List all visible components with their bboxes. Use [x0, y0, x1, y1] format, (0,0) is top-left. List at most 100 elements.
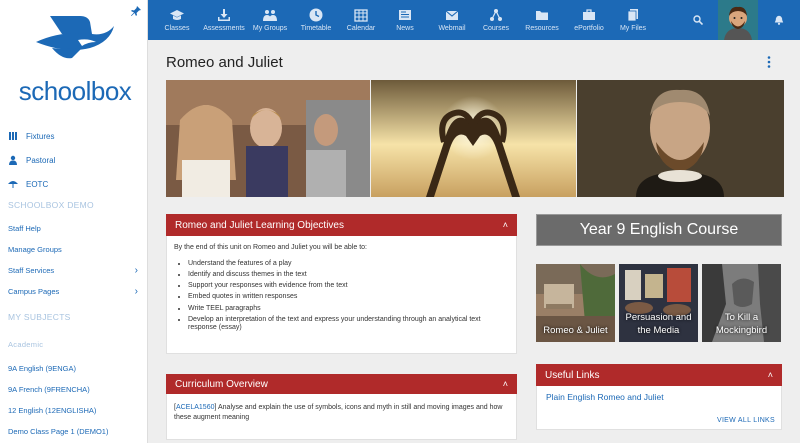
group-icon — [263, 10, 277, 21]
folder-icon — [536, 11, 548, 20]
sidebar: schoolbox Fixtures Pastoral EOTC SCHOOLB… — [0, 0, 148, 443]
avatar-image — [718, 0, 758, 40]
user-avatar[interactable] — [718, 0, 758, 40]
useful-links-panel-title: Useful Links — [545, 369, 600, 381]
top-nav-bar: Classes Assessments My Groups Timetable … — [148, 0, 800, 40]
nav-label: News — [396, 25, 414, 32]
sidebar-item-staff-help[interactable]: Staff Help — [8, 218, 140, 239]
subjects-nav: 9A English (9ENGA) 9A French (9FRENCHA) … — [8, 358, 140, 442]
chevron-up-icon[interactable]: ˄ — [503, 379, 508, 389]
objectives-panel-title: Romeo and Juliet Learning Objectives — [175, 219, 344, 231]
sidebar-item-label: Campus Pages — [8, 287, 60, 296]
nav-label: Courses — [482, 25, 510, 32]
sidebar-item-campus-pages[interactable]: Campus Pages › — [8, 281, 140, 302]
quick-links: Fixtures Pastoral EOTC — [8, 124, 140, 196]
sidebar-item-label: Staff Help — [8, 224, 41, 233]
calendar-icon — [354, 9, 368, 22]
bell-icon[interactable] — [774, 15, 784, 25]
search-icon[interactable] — [693, 15, 703, 25]
sidebar-item-subject[interactable]: 9A French (9FRENCHA) — [8, 379, 140, 400]
fixtures-icon — [9, 132, 17, 140]
sidebar-item-fixtures[interactable]: Fixtures — [8, 124, 140, 148]
sidebar-item-label: Fixtures — [26, 131, 55, 141]
sidebar-item-label: EOTC — [26, 179, 49, 189]
sidebar-item-staff-services[interactable]: Staff Services › — [8, 260, 140, 281]
sidebar-item-subject[interactable]: 12 English (12ENGLISHA) — [8, 400, 140, 421]
objectives-list: Understand the features of a play Identi… — [188, 260, 509, 333]
sidebar-item-label: 9A French (9FRENCHA) — [8, 385, 90, 394]
demo-nav: Staff Help Manage Groups Staff Services ›… — [8, 218, 140, 302]
more-options-icon[interactable] — [766, 55, 772, 69]
course-tile-romeo-juliet[interactable]: Romeo & Juliet — [536, 264, 615, 342]
sidebar-item-subject[interactable]: Demo Class Page 1 (DEMO1) — [8, 421, 140, 442]
tile-label: Romeo & Juliet — [543, 324, 608, 336]
curriculum-code-link[interactable]: ACELA1560 — [176, 404, 215, 411]
list-item: Write TEEL paragraphs — [188, 305, 509, 314]
nav-news[interactable]: News — [390, 0, 420, 40]
nav-my-files[interactable]: My Files — [618, 0, 648, 40]
nav-assessments[interactable]: Assessments — [201, 0, 247, 40]
mortarboard-icon — [170, 10, 184, 20]
tile-label: To Kill a Mockingbird — [715, 312, 768, 336]
nav-label: My Files — [619, 25, 647, 32]
sidebar-item-label: Pastoral — [26, 155, 56, 165]
sidebar-item-manage-groups[interactable]: Manage Groups — [8, 239, 140, 260]
nav-webmail[interactable]: Webmail — [432, 0, 472, 40]
chevron-right-icon[interactable]: › — [135, 286, 138, 297]
course-banner[interactable]: Year 9 English Course — [536, 214, 782, 246]
objectives-panel-header[interactable]: Romeo and Juliet Learning Objectives ˄ — [166, 214, 517, 236]
section-heading-my-subjects: MY SUBJECTS — [8, 312, 71, 322]
sidebar-item-subject[interactable]: 9A English (9ENGA) — [8, 358, 140, 379]
sidebar-item-pastoral[interactable]: Pastoral — [8, 148, 140, 172]
nav-calendar[interactable]: Calendar — [342, 0, 380, 40]
chevron-right-icon[interactable]: › — [135, 265, 138, 276]
chevron-up-icon[interactable]: ˄ — [503, 220, 508, 230]
objectives-panel-body: By the end of this unit on Romeo and Jul… — [166, 236, 517, 354]
nav-resources[interactable]: Resources — [523, 0, 561, 40]
nav-label: ePortfolio — [574, 25, 604, 32]
envelope-icon — [445, 10, 459, 20]
curriculum-text: Analyse and explain the use of symbols, … — [174, 404, 503, 421]
view-all-links-link[interactable]: VIEW ALL LINKS — [717, 417, 775, 424]
umbrella-icon — [8, 181, 18, 188]
list-item: Support your responses with evidence fro… — [188, 282, 509, 291]
nav-my-groups[interactable]: My Groups — [249, 0, 291, 40]
course-tile-persuasion-media[interactable]: Persuasion and the Media — [619, 264, 698, 342]
logo-mark — [36, 16, 114, 59]
nav-courses[interactable]: Courses — [481, 0, 511, 40]
nav-label: Resources — [525, 25, 559, 32]
banner-images — [166, 80, 784, 197]
section-heading-schoolbox-demo: SCHOOLBOX DEMO — [8, 200, 94, 210]
useful-link[interactable]: Plain English Romeo and Juliet — [546, 392, 772, 402]
curriculum-panel-body: [ACELA1560] Analyse and explain the use … — [166, 394, 517, 440]
sidebar-item-label: Manage Groups — [8, 245, 62, 254]
schoolbox-logo[interactable]: schoolbox — [10, 10, 140, 106]
subsection-academic: Academic — [8, 340, 44, 349]
sidebar-item-eotc[interactable]: EOTC — [8, 172, 140, 196]
nav-label: Timetable — [300, 25, 332, 32]
useful-links-panel-header[interactable]: Useful Links ˄ — [536, 364, 782, 386]
briefcase-icon — [583, 9, 595, 20]
download-tray-icon — [218, 9, 230, 21]
list-item: Embed quotes in written responses — [188, 293, 509, 302]
clock-icon — [309, 8, 323, 22]
romeo-juliet-film-image — [166, 80, 370, 197]
nav-timetable[interactable]: Timetable — [296, 0, 336, 40]
useful-links-panel-body: Plain English Romeo and Juliet VIEW ALL … — [536, 386, 782, 430]
sidebar-item-label: 12 English (12ENGLISHA) — [8, 406, 97, 415]
nav-classes[interactable]: Classes — [159, 0, 195, 40]
tile-label: Persuasion and the Media — [625, 312, 692, 336]
nav-eportfolio[interactable]: ePortfolio — [571, 0, 607, 40]
curriculum-panel-header[interactable]: Curriculum Overview ˄ — [166, 374, 517, 394]
list-item: Develop an interpretation of the text an… — [188, 316, 509, 334]
course-tile-mockingbird[interactable]: To Kill a Mockingbird — [702, 264, 781, 342]
curriculum-panel-title: Curriculum Overview — [175, 378, 268, 390]
nav-label: Calendar — [346, 25, 376, 32]
nav-label: Classes — [164, 25, 190, 32]
heart-hands-sunset-image — [371, 80, 576, 197]
chevron-up-icon[interactable]: ˄ — [768, 370, 773, 380]
shakespeare-portrait-image — [577, 80, 784, 197]
list-item: Identify and discuss themes in the text — [188, 271, 509, 280]
nav-label: My Groups — [252, 25, 288, 32]
files-icon — [627, 9, 638, 22]
